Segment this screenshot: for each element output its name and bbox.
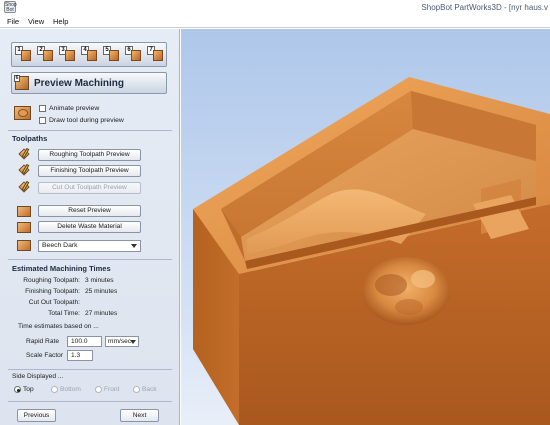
side-bottom-label: Bottom: [60, 386, 81, 393]
roughing-time-value: 3 minutes: [85, 277, 114, 284]
cutout-time-label: Cut Out Toolpath:: [28, 299, 80, 306]
rapid-rate-units-value: mm/sec: [108, 338, 132, 345]
reset-preview-icon: [17, 206, 31, 217]
reset-preview-button[interactable]: Reset Preview: [38, 205, 141, 217]
time-estimates-note: Time estimates based on ...: [18, 323, 99, 330]
step-7-button[interactable]: 7: [147, 46, 164, 63]
divider: [8, 259, 172, 260]
step-2-button[interactable]: 2: [37, 46, 54, 63]
finishing-time-label: Finishing Toolpath:: [25, 288, 80, 295]
side-bottom-radio[interactable]: [51, 386, 58, 393]
step-5-button[interactable]: 5: [103, 46, 120, 63]
model-step-icon: [43, 50, 53, 61]
section-number: 6: [14, 75, 20, 82]
roughing-preview-button[interactable]: Roughing Toolpath Preview: [38, 149, 141, 161]
app-logo-icon: Shop Bot: [4, 1, 17, 13]
draw-tool-label: Draw tool during preview: [49, 117, 124, 124]
model-step-icon: [153, 50, 163, 61]
divider: [8, 130, 172, 131]
side-top-radio[interactable]: [14, 386, 21, 393]
previous-button[interactable]: Previous: [17, 409, 56, 422]
side-displayed-heading: Side Displayed ...: [12, 373, 64, 380]
cutout-preview-button[interactable]: Cut Out Toolpath Preview: [38, 182, 141, 194]
finishing-preview-button[interactable]: Finishing Toolpath Preview: [38, 165, 141, 177]
animate-preview-option[interactable]: Animate preview: [39, 104, 99, 113]
step-3-button[interactable]: 3: [59, 46, 76, 63]
side-back-label: Back: [142, 386, 157, 393]
chevron-down-icon: [130, 340, 136, 344]
rapid-rate-input[interactable]: 100.0: [67, 336, 102, 347]
roughing-toolpath-icon: [17, 147, 31, 161]
side-option-front[interactable]: Front: [95, 385, 119, 394]
total-time-label: Total Time:: [48, 310, 80, 317]
side-option-bottom[interactable]: Bottom: [51, 385, 81, 394]
model-step-icon: [109, 50, 119, 61]
step-1-button[interactable]: 1: [15, 46, 32, 63]
relief-shadow: [375, 274, 407, 296]
side-top-label: Top: [23, 386, 34, 393]
scale-factor-input[interactable]: 1.3: [67, 350, 93, 361]
cutout-toolpath-icon: [17, 180, 31, 194]
menu-help[interactable]: Help: [53, 17, 68, 26]
draw-tool-option[interactable]: Draw tool during preview: [39, 116, 124, 125]
draw-tool-checkbox[interactable]: [39, 117, 46, 124]
side-option-back[interactable]: Back: [133, 385, 157, 394]
chevron-down-icon: [131, 244, 137, 248]
material-select[interactable]: Beech Dark: [38, 240, 141, 252]
animate-preview-label: Animate preview: [49, 105, 100, 112]
relief-highlight: [411, 270, 435, 288]
scale-factor-label: Scale Factor: [26, 352, 64, 359]
menu-view[interactable]: View: [28, 17, 44, 26]
delete-waste-icon: [17, 222, 31, 233]
section-header-preview-machining: 6 Preview Machining: [11, 72, 167, 94]
section-title: Preview Machining: [34, 78, 125, 89]
side-front-radio[interactable]: [95, 386, 102, 393]
relief-lower-shadow: [395, 299, 423, 315]
next-button[interactable]: Next: [120, 409, 159, 422]
animate-preview-checkbox[interactable]: [39, 105, 46, 112]
side-back-radio[interactable]: [133, 386, 140, 393]
finishing-time-value: 25 minutes: [85, 288, 118, 295]
model-step-icon: [65, 50, 75, 61]
finishing-toolpath-icon: [17, 163, 31, 177]
machined-part-preview: [193, 77, 550, 425]
title-bar: Shop Bot ShopBot PartWorks3D - [nyr haus…: [0, 0, 550, 14]
rapid-rate-label: Rapid Rate: [26, 338, 59, 345]
material-swatch-icon: [17, 240, 31, 251]
side-option-top[interactable]: Top: [14, 385, 34, 394]
workflow-steps-bar: 1 2 3 4 5 6 7: [11, 42, 167, 67]
total-time-value: 27 minutes: [85, 310, 118, 317]
model-step-icon: [21, 50, 31, 61]
divider: [8, 401, 172, 402]
menu-bar: File View Help: [0, 14, 550, 28]
animate-preview-icon: [14, 106, 31, 120]
model-step-icon: [131, 50, 141, 61]
left-panel: 1 2 3 4 5 6 7 6 Preview Machining Animat…: [0, 29, 180, 425]
3d-viewport[interactable]: [181, 29, 550, 425]
menu-file[interactable]: File: [7, 17, 19, 26]
divider: [8, 369, 172, 370]
step-6-button[interactable]: 6: [125, 46, 142, 63]
step-4-button[interactable]: 4: [81, 46, 98, 63]
toolpaths-heading: Toolpaths: [12, 134, 48, 143]
model-step-icon: [87, 50, 97, 61]
roughing-time-label: Roughing Toolpath:: [23, 277, 80, 284]
machining-times-heading: Estimated Machining Times: [12, 264, 111, 273]
delete-waste-button[interactable]: Delete Waste Material: [38, 221, 141, 233]
material-select-value: Beech Dark: [42, 242, 78, 249]
rapid-rate-units-select[interactable]: mm/sec: [105, 336, 139, 347]
window-title: ShopBot PartWorks3D - [nyr haus.v: [421, 3, 548, 12]
side-front-label: Front: [104, 386, 120, 393]
